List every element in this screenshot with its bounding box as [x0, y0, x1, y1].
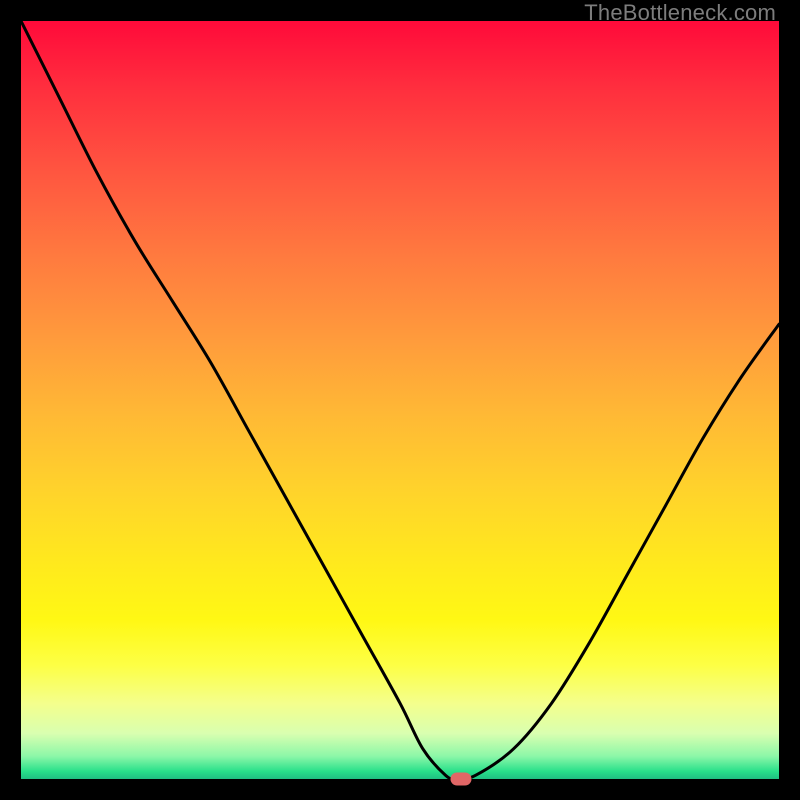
plot-area [21, 21, 779, 779]
curve-path [21, 21, 779, 779]
chart-frame: TheBottleneck.com [0, 0, 800, 800]
optimum-marker [450, 773, 471, 786]
bottleneck-curve [21, 21, 779, 779]
